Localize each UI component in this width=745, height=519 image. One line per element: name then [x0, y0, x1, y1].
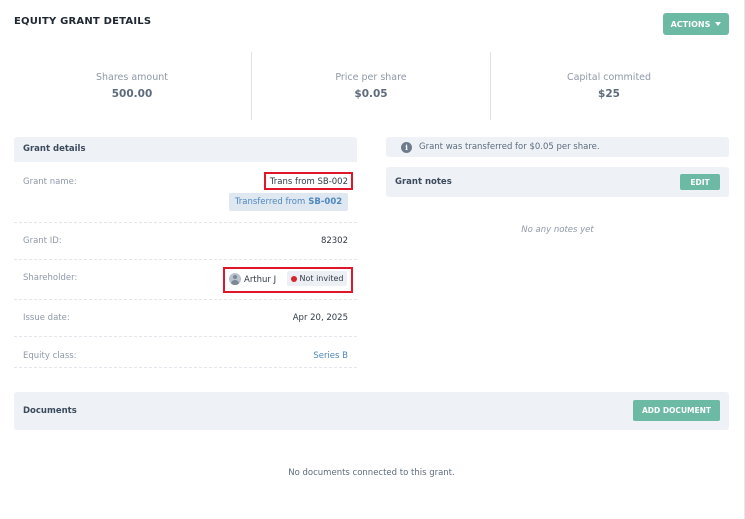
row-divider [14, 367, 357, 368]
avatar [229, 273, 241, 285]
grant-name-label: Grant name: [23, 177, 77, 187]
row-divider [14, 299, 357, 300]
grant-notes-title: Grant notes [395, 177, 452, 187]
stat-capital-committed: Capital commited $25 [509, 72, 709, 100]
grant-name-highlight [264, 172, 353, 190]
issue-date-value: Apr 20, 2025 [292, 313, 348, 323]
documents-title: Documents [23, 406, 77, 416]
transfer-tag-prefix: Transferred from [234, 197, 306, 207]
grant-id-value: 82302 [320, 236, 348, 246]
grant-id-label: Grant ID: [23, 236, 62, 246]
equity-class-label: Equity class: [23, 351, 77, 361]
grant-details-title: Grant details [23, 144, 86, 154]
stat-value: $0.05 [354, 88, 388, 100]
shareholder-name[interactable]: Arthur J [244, 275, 276, 285]
shareholder-label: Shareholder: [23, 273, 78, 283]
actions-button[interactable]: ACTIONS [663, 13, 729, 35]
grant-notes-header: Grant notes EDIT [386, 167, 729, 197]
grant-details-header: Grant details [14, 137, 357, 162]
edit-notes-button[interactable]: EDIT [680, 174, 720, 190]
row-divider [14, 336, 357, 337]
notes-empty-text: No any notes yet [521, 225, 594, 235]
invite-status-text: Not invited [299, 274, 344, 283]
caret-down-icon [715, 22, 722, 26]
stat-value: 500.00 [111, 88, 153, 100]
stat-label: Price per share [335, 72, 407, 83]
stat-label: Shares amount [95, 72, 169, 83]
equity-class-link[interactable]: Series B [313, 351, 348, 361]
row-divider [14, 259, 357, 260]
stat-divider [490, 52, 491, 120]
invite-status-badge: Not invited [287, 271, 347, 286]
page-title: EQUITY GRANT DETAILS [14, 16, 152, 27]
status-dot-icon [290, 275, 297, 282]
info-banner-text: Grant was transferred for $0.05 per shar… [419, 142, 600, 152]
issue-date-label: Issue date: [23, 313, 70, 323]
stat-divider [251, 52, 252, 120]
info-icon: i [401, 141, 412, 153]
stat-price-per-share: Price per share $0.05 [271, 72, 471, 100]
actions-button-label: ACTIONS [670, 19, 711, 29]
transferred-from-tag[interactable]: Transferred from SB-002 [229, 193, 348, 211]
stat-label: Capital commited [566, 72, 652, 83]
stat-value: $25 [598, 88, 620, 100]
stat-shares-amount: Shares amount 500.00 [32, 72, 232, 100]
row-divider [14, 222, 357, 223]
transfer-info-banner: i Grant was transferred for $0.05 per sh… [386, 137, 729, 157]
documents-empty-text: No documents connected to this grant. [288, 468, 455, 478]
transfer-tag-source: SB-002 [308, 197, 343, 207]
documents-header: Documents ADD DOCUMENT [14, 392, 729, 430]
add-document-button[interactable]: ADD DOCUMENT [633, 400, 720, 421]
